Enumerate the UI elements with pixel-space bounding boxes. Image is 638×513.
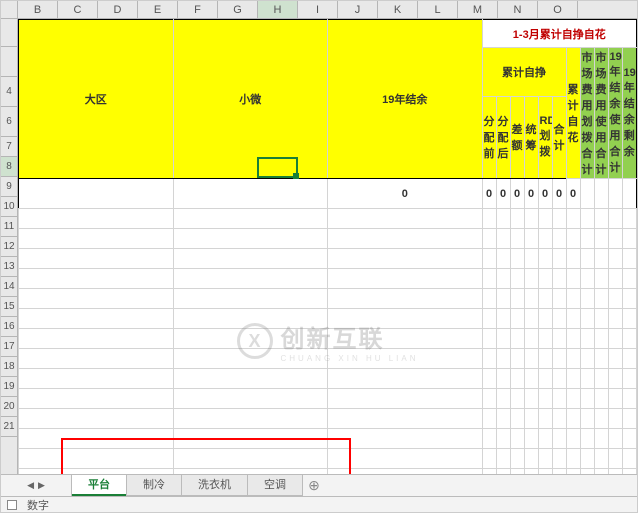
row-hdr[interactable]: 12 <box>1 237 17 257</box>
col-I[interactable]: I <box>298 1 338 18</box>
col-D[interactable]: D <box>98 1 138 18</box>
hdr-tongchou: 统筹 <box>524 96 538 178</box>
sheet-tab-2[interactable]: 洗衣机 <box>181 475 248 496</box>
cell[interactable] <box>173 179 328 209</box>
cell[interactable]: 0 <box>328 179 483 209</box>
cell[interactable]: 0 <box>524 179 538 209</box>
row-hdr[interactable]: 16 <box>1 317 17 337</box>
tab-prev-icon[interactable]: ◀ <box>27 480 34 491</box>
col-N[interactable]: N <box>498 1 538 18</box>
row-hdr[interactable]: 14 <box>1 277 17 297</box>
row-hdr[interactable]: 17 <box>1 337 17 357</box>
column-header-row: B C D E F G H I J K L M N O <box>1 1 637 19</box>
col-K[interactable]: K <box>378 1 418 18</box>
row-hdr[interactable]: 7 <box>1 137 17 157</box>
hdr-heji: 合计 <box>552 96 566 178</box>
row-hdr[interactable]: 8 <box>1 157 17 177</box>
add-sheet-button[interactable]: ⊕ <box>302 475 326 496</box>
row-hdr[interactable]: 21 <box>1 417 17 437</box>
row-hdr[interactable]: 20 <box>1 397 17 417</box>
row-hdr[interactable]: 13 <box>1 257 17 277</box>
col-O[interactable]: O <box>538 1 578 18</box>
row-hdr[interactable]: 19 <box>1 377 17 397</box>
hdr-group-title: 1-3月累计自挣自花 <box>482 20 637 48</box>
row-hdr[interactable] <box>1 47 17 77</box>
spreadsheet-window: B C D E F G H I J K L M N O 4 6 7 8 9 10… <box>0 0 638 513</box>
hdr-big-region: 大区 <box>19 20 174 179</box>
status-mode-icon <box>7 500 17 510</box>
tab-next-icon[interactable]: ▶ <box>38 480 45 491</box>
cell[interactable]: 0 <box>496 179 510 209</box>
row-hdr[interactable]: 11 <box>1 217 17 237</box>
col-C[interactable]: C <box>58 1 98 18</box>
cell[interactable] <box>608 179 622 209</box>
row-hdr[interactable]: 4 <box>1 77 17 107</box>
sheet-tab-0[interactable]: 平台 <box>71 475 127 496</box>
hdr-diff: 差额 <box>510 96 524 178</box>
hdr-market-alloc: 市场费用划拨合计 <box>580 48 594 179</box>
hdr-market-use: 市场费用使用合计 <box>594 48 608 179</box>
row-hdr[interactable] <box>1 19 17 47</box>
cell[interactable] <box>580 179 594 209</box>
tab-nav[interactable]: ◀ ▶ <box>1 475 71 496</box>
col-B[interactable]: B <box>18 1 58 18</box>
col-G[interactable]: G <box>218 1 258 18</box>
col-H[interactable]: H <box>258 1 298 18</box>
hdr-micro: 小微 <box>173 20 328 179</box>
row-header-col: 4 6 7 8 9 10 11 12 13 14 15 16 17 18 19 … <box>1 19 18 474</box>
hdr-sub-group: 累计自挣 <box>482 48 566 97</box>
hdr-zihua: 累计自花 <box>566 48 580 179</box>
hdr-post-alloc: 分配后 <box>496 96 510 178</box>
row-hdr[interactable]: 6 <box>1 107 17 137</box>
hdr-19-use: 19年结余使用合计 <box>608 48 622 179</box>
cell[interactable]: 0 <box>510 179 524 209</box>
cell[interactable]: 0 <box>566 179 580 209</box>
grid-table: 大区 小微 19年结余 1-3月累计自挣自花 累计自挣 累计自花 市场费用划拨合… <box>18 19 637 509</box>
hdr-19-remain: 19年结余剩余 <box>622 48 637 179</box>
row-hdr[interactable]: 9 <box>1 177 17 197</box>
cell[interactable] <box>19 179 174 209</box>
selectall-corner[interactable] <box>1 1 18 18</box>
sheet-tab-1[interactable]: 制冷 <box>126 475 182 496</box>
sheet-tab-3[interactable]: 空调 <box>247 475 303 496</box>
cell[interactable]: 0 <box>482 179 496 209</box>
hdr-rdc: RDC划拨 <box>538 96 552 178</box>
col-M[interactable]: M <box>458 1 498 18</box>
cell[interactable]: 0 <box>552 179 566 209</box>
cell[interactable] <box>594 179 608 209</box>
status-bar: 数字 <box>1 496 637 512</box>
status-label: 数字 <box>27 497 49 513</box>
col-E[interactable]: E <box>138 1 178 18</box>
hdr-pre-alloc: 分配前 <box>482 96 496 178</box>
row-hdr[interactable]: 15 <box>1 297 17 317</box>
col-F[interactable]: F <box>178 1 218 18</box>
col-J[interactable]: J <box>338 1 378 18</box>
row-hdr[interactable]: 18 <box>1 357 17 377</box>
sheet-tab-bar: ◀ ▶ 平台 制冷 洗衣机 空调 ⊕ <box>1 474 637 496</box>
hdr-19-balance: 19年结余 <box>328 20 483 179</box>
cell[interactable]: 0 <box>538 179 552 209</box>
cell-area[interactable]: 大区 小微 19年结余 1-3月累计自挣自花 累计自挣 累计自花 市场费用划拨合… <box>18 19 637 474</box>
cell[interactable] <box>622 179 637 209</box>
row-hdr[interactable]: 10 <box>1 197 17 217</box>
col-L[interactable]: L <box>418 1 458 18</box>
